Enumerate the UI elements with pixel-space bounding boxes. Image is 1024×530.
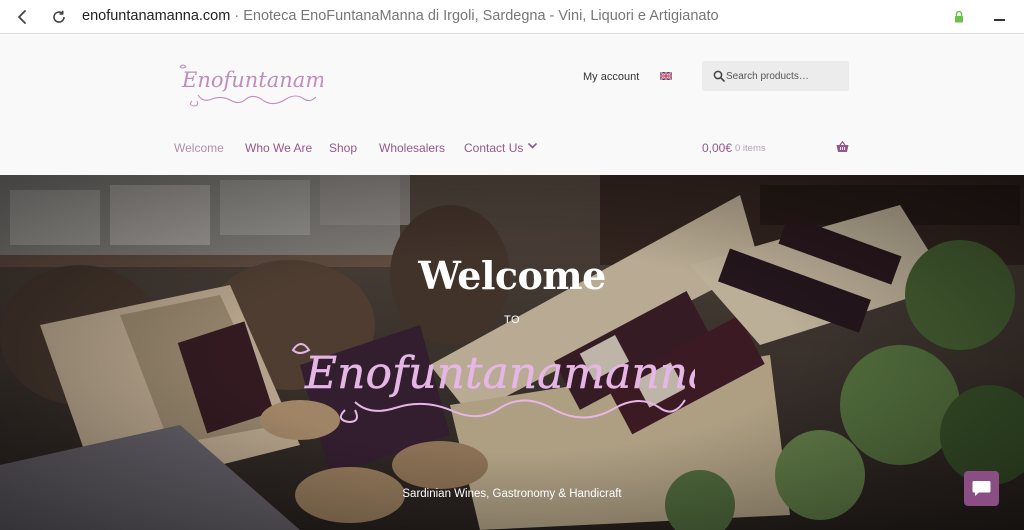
hero-title: Welcome xyxy=(418,253,606,298)
search-box xyxy=(702,61,849,91)
hero-logo-text: Enofuntanamanna xyxy=(304,348,695,399)
hero-logo: Enofuntanamanna xyxy=(291,343,695,424)
cart-total[interactable]: 0,00€ xyxy=(702,141,732,155)
nav-item-contact-us[interactable]: Contact Us xyxy=(464,141,523,155)
hero-subtitle-to: TO xyxy=(503,314,521,326)
hero-banner: Welcome TO Enofuntanamanna Sardinian Win… xyxy=(0,175,1024,530)
minimize-icon[interactable] xyxy=(994,19,1005,21)
chat-bubble-icon xyxy=(972,481,991,496)
address-url[interactable]: enofuntanamanna.com · Enoteca EnoFuntana… xyxy=(82,8,719,24)
url-domain: enofuntanamanna.com xyxy=(82,8,231,24)
reload-icon[interactable] xyxy=(49,7,69,27)
lock-icon[interactable] xyxy=(954,10,964,23)
back-arrow-icon[interactable] xyxy=(14,8,32,26)
my-account-link[interactable]: My account xyxy=(583,71,639,83)
url-separator: · xyxy=(230,8,244,24)
url-page-title: Enoteca EnoFuntanaManna di Irgoli, Sarde… xyxy=(243,8,719,24)
nav-item-who-we-are[interactable]: Who We Are xyxy=(245,141,312,155)
site-logo[interactable]: Enofuntanamanna xyxy=(178,61,323,107)
search-input[interactable] xyxy=(726,61,846,91)
cart-item-count[interactable]: 0 items xyxy=(735,143,766,154)
logo-text: Enofuntanamanna xyxy=(181,68,323,92)
nav-item-wholesalers[interactable]: Wholesalers xyxy=(379,141,445,155)
nav-item-welcome[interactable]: Welcome xyxy=(174,141,224,155)
basket-icon[interactable] xyxy=(836,141,849,153)
uk-flag-icon[interactable] xyxy=(660,72,672,80)
search-icon[interactable] xyxy=(713,70,725,82)
chevron-down-icon[interactable] xyxy=(528,143,537,149)
nav-item-shop[interactable]: Shop xyxy=(329,141,357,155)
chat-button[interactable] xyxy=(964,471,999,506)
hero-tagline: Sardinian Wines, Gastronomy & Handicraft xyxy=(402,488,622,500)
browser-address-bar: enofuntanamanna.com · Enoteca EnoFuntana… xyxy=(0,0,1024,34)
